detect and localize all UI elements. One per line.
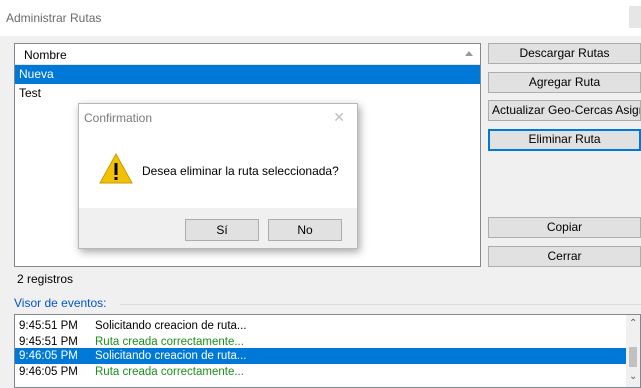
close-button[interactable]: Cerrar	[488, 246, 641, 267]
event-message: Ruta creada correctamente...	[95, 366, 244, 378]
event-message: Solicitando creacion de ruta...	[95, 320, 247, 332]
routes-column-header[interactable]: Nombre	[15, 44, 480, 65]
window-control-edge[interactable]	[629, 6, 641, 28]
dialog-title: Confirmation	[84, 111, 153, 125]
event-message: Solicitando creacion de ruta...	[95, 350, 247, 362]
dialog-message: Desea eliminar la ruta seleccionada?	[142, 164, 339, 178]
event-time: 9:46:05 PM	[19, 366, 78, 378]
event-row[interactable]: 9:45:51 PM Solicitando creacion de ruta.…	[15, 318, 629, 334]
column-header-nombre: Nombre	[24, 48, 67, 62]
copy-button[interactable]: Copiar	[488, 217, 641, 238]
route-row[interactable]: Test	[15, 84, 480, 103]
scrollbar-thumb[interactable]	[629, 347, 637, 367]
yes-button[interactable]: Sí	[185, 219, 259, 241]
title-bar: Administrar Rutas	[0, 0, 641, 36]
download-routes-button[interactable]: Descargar Rutas	[488, 43, 641, 64]
event-row[interactable]: 9:46:05 PM Ruta creada correctamente...	[15, 364, 629, 380]
add-route-button[interactable]: Agregar Ruta	[488, 72, 641, 93]
update-geofences-button[interactable]: Actualizar Geo-Cercas Asignadas	[488, 100, 641, 121]
route-label: Test	[19, 86, 42, 100]
events-list[interactable]: 9:45:51 PM Solicitando creacion de ruta.…	[14, 314, 641, 388]
warning-icon	[99, 152, 133, 184]
close-icon[interactable]: ✕	[333, 109, 345, 126]
delete-route-button[interactable]: Eliminar Ruta	[488, 129, 641, 151]
sort-up-icon	[465, 51, 473, 56]
event-row[interactable]: 9:46:05 PM Solicitando creacion de ruta.…	[15, 348, 629, 364]
window-title: Administrar Rutas	[6, 11, 102, 25]
event-time: 9:46:05 PM	[19, 350, 78, 362]
route-label: Nueva	[19, 67, 54, 81]
events-group-divider	[120, 304, 641, 305]
no-button[interactable]: No	[268, 219, 342, 241]
dialog-footer: Sí No	[79, 208, 357, 248]
record-count: 2 registros	[17, 272, 74, 286]
scroll-down-icon[interactable]: ⌄	[629, 371, 637, 382]
confirmation-dialog: Confirmation ✕ Desea eliminar la ruta se…	[78, 103, 358, 249]
events-group-label: Visor de eventos:	[14, 296, 110, 310]
event-time: 9:45:51 PM	[19, 320, 78, 332]
events-scrollbar[interactable]: ⌃ ⌄	[626, 315, 640, 387]
scroll-up-icon[interactable]: ⌃	[629, 318, 637, 329]
route-row[interactable]: Nueva	[15, 65, 480, 84]
